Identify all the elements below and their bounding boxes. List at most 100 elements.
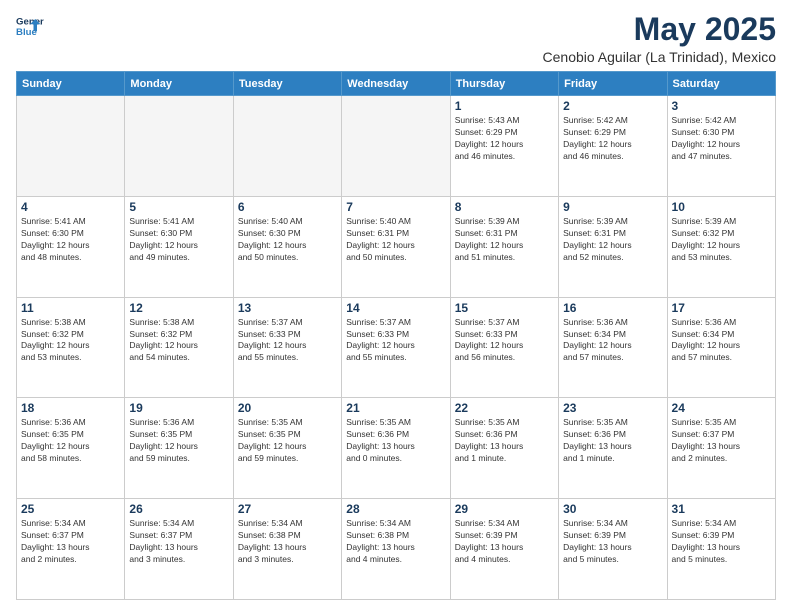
day-number: 26: [129, 502, 228, 516]
calendar-week-4: 18 Sunrise: 5:36 AM Sunset: 6:35 PM Dayli…: [17, 398, 776, 499]
col-tuesday: Tuesday: [233, 72, 341, 96]
day-info: Sunrise: 5:34 AM Sunset: 6:39 PM Dayligh…: [455, 518, 554, 566]
day-number: 16: [563, 301, 662, 315]
day-number: 4: [21, 200, 120, 214]
col-saturday: Saturday: [667, 72, 775, 96]
svg-text:General: General: [16, 16, 44, 27]
day-number: 12: [129, 301, 228, 315]
calendar-cell: 30 Sunrise: 5:34 AM Sunset: 6:39 PM Dayli…: [559, 499, 667, 600]
day-number: 24: [672, 401, 771, 415]
day-number: 23: [563, 401, 662, 415]
day-number: 15: [455, 301, 554, 315]
calendar-cell: 7Sunrise: 5:40 AM Sunset: 6:31 PM Daylig…: [342, 196, 450, 297]
day-info: Sunrise: 5:36 AM Sunset: 6:34 PM Dayligh…: [563, 317, 662, 365]
calendar-week-2: 4 Sunrise: 5:41 AM Sunset: 6:30 PM Daylig…: [17, 196, 776, 297]
day-info: Sunrise: 5:42 AM Sunset: 6:30 PM Dayligh…: [672, 115, 771, 163]
day-info: Sunrise: 5:35 AM Sunset: 6:36 PM Dayligh…: [455, 417, 554, 465]
calendar-cell: 19 Sunrise: 5:36 AM Sunset: 6:35 PM Dayli…: [125, 398, 233, 499]
day-number: 18: [21, 401, 120, 415]
calendar-cell: 24Sunrise: 5:35 AM Sunset: 6:37 PM Dayli…: [667, 398, 775, 499]
day-info: Sunrise: 5:34 AM Sunset: 6:38 PM Dayligh…: [346, 518, 445, 566]
day-info: Sunrise: 5:34 AM Sunset: 6:37 PM Dayligh…: [129, 518, 228, 566]
day-info: Sunrise: 5:36 AM Sunset: 6:35 PM Dayligh…: [129, 417, 228, 465]
day-info: Sunrise: 5:36 AM Sunset: 6:34 PM Dayligh…: [672, 317, 771, 365]
calendar-cell: 6Sunrise: 5:40 AM Sunset: 6:30 PM Daylig…: [233, 196, 341, 297]
calendar-header-row: Sunday Monday Tuesday Wednesday Thursday…: [17, 72, 776, 96]
calendar-cell: 16 Sunrise: 5:36 AM Sunset: 6:34 PM Dayli…: [559, 297, 667, 398]
calendar-cell: 10 Sunrise: 5:39 AM Sunset: 6:32 PM Dayli…: [667, 196, 775, 297]
calendar-cell: [125, 96, 233, 197]
day-number: 27: [238, 502, 337, 516]
calendar-cell: 26 Sunrise: 5:34 AM Sunset: 6:37 PM Dayli…: [125, 499, 233, 600]
col-wednesday: Wednesday: [342, 72, 450, 96]
day-info: Sunrise: 5:34 AM Sunset: 6:38 PM Dayligh…: [238, 518, 337, 566]
day-number: 19: [129, 401, 228, 415]
calendar-cell: 1 Sunrise: 5:43 AM Sunset: 6:29 PM Daylig…: [450, 96, 558, 197]
day-number: 3: [672, 99, 771, 113]
logo-icon: General Blue: [16, 12, 44, 40]
day-info: Sunrise: 5:39 AM Sunset: 6:32 PM Dayligh…: [672, 216, 771, 264]
day-number: 8: [455, 200, 554, 214]
calendar-cell: 12Sunrise: 5:38 AM Sunset: 6:32 PM Dayli…: [125, 297, 233, 398]
day-info: Sunrise: 5:34 AM Sunset: 6:39 PM Dayligh…: [563, 518, 662, 566]
day-info: Sunrise: 5:39 AM Sunset: 6:31 PM Dayligh…: [455, 216, 554, 264]
col-thursday: Thursday: [450, 72, 558, 96]
calendar-cell: 23Sunrise: 5:35 AM Sunset: 6:36 PM Dayli…: [559, 398, 667, 499]
day-number: 9: [563, 200, 662, 214]
calendar-week-5: 25 Sunrise: 5:34 AM Sunset: 6:37 PM Dayli…: [17, 499, 776, 600]
header: General Blue May 2025 Cenobio Aguilar (L…: [16, 12, 776, 65]
day-number: 2: [563, 99, 662, 113]
calendar-cell: 9 Sunrise: 5:39 AM Sunset: 6:31 PM Daylig…: [559, 196, 667, 297]
col-friday: Friday: [559, 72, 667, 96]
day-number: 25: [21, 502, 120, 516]
calendar-cell: 17Sunrise: 5:36 AM Sunset: 6:34 PM Dayli…: [667, 297, 775, 398]
day-info: Sunrise: 5:41 AM Sunset: 6:30 PM Dayligh…: [129, 216, 228, 264]
day-number: 5: [129, 200, 228, 214]
calendar-week-1: 1 Sunrise: 5:43 AM Sunset: 6:29 PM Daylig…: [17, 96, 776, 197]
day-number: 10: [672, 200, 771, 214]
day-info: Sunrise: 5:37 AM Sunset: 6:33 PM Dayligh…: [455, 317, 554, 365]
month-title: May 2025: [543, 12, 776, 47]
day-info: Sunrise: 5:43 AM Sunset: 6:29 PM Dayligh…: [455, 115, 554, 163]
day-info: Sunrise: 5:38 AM Sunset: 6:32 PM Dayligh…: [21, 317, 120, 365]
day-number: 30: [563, 502, 662, 516]
day-number: 13: [238, 301, 337, 315]
calendar-cell: 18 Sunrise: 5:36 AM Sunset: 6:35 PM Dayli…: [17, 398, 125, 499]
page: General Blue May 2025 Cenobio Aguilar (L…: [0, 0, 792, 612]
day-info: Sunrise: 5:36 AM Sunset: 6:35 PM Dayligh…: [21, 417, 120, 465]
calendar-cell: [342, 96, 450, 197]
calendar-cell: 2 Sunrise: 5:42 AM Sunset: 6:29 PM Daylig…: [559, 96, 667, 197]
day-number: 29: [455, 502, 554, 516]
calendar-cell: 25 Sunrise: 5:34 AM Sunset: 6:37 PM Dayli…: [17, 499, 125, 600]
calendar-table: Sunday Monday Tuesday Wednesday Thursday…: [16, 71, 776, 600]
calendar-cell: 28 Sunrise: 5:34 AM Sunset: 6:38 PM Dayli…: [342, 499, 450, 600]
col-monday: Monday: [125, 72, 233, 96]
calendar-cell: [233, 96, 341, 197]
calendar-cell: 29 Sunrise: 5:34 AM Sunset: 6:39 PM Dayli…: [450, 499, 558, 600]
calendar-cell: 31Sunrise: 5:34 AM Sunset: 6:39 PM Dayli…: [667, 499, 775, 600]
calendar-cell: 11 Sunrise: 5:38 AM Sunset: 6:32 PM Dayli…: [17, 297, 125, 398]
day-info: Sunrise: 5:39 AM Sunset: 6:31 PM Dayligh…: [563, 216, 662, 264]
calendar-body: 1 Sunrise: 5:43 AM Sunset: 6:29 PM Daylig…: [17, 96, 776, 600]
calendar-cell: [17, 96, 125, 197]
calendar-cell: 3 Sunrise: 5:42 AM Sunset: 6:30 PM Daylig…: [667, 96, 775, 197]
day-info: Sunrise: 5:41 AM Sunset: 6:30 PM Dayligh…: [21, 216, 120, 264]
day-info: Sunrise: 5:35 AM Sunset: 6:35 PM Dayligh…: [238, 417, 337, 465]
calendar-cell: 8 Sunrise: 5:39 AM Sunset: 6:31 PM Daylig…: [450, 196, 558, 297]
day-info: Sunrise: 5:37 AM Sunset: 6:33 PM Dayligh…: [238, 317, 337, 365]
calendar-cell: 22Sunrise: 5:35 AM Sunset: 6:36 PM Dayli…: [450, 398, 558, 499]
day-number: 1: [455, 99, 554, 113]
day-info: Sunrise: 5:42 AM Sunset: 6:29 PM Dayligh…: [563, 115, 662, 163]
title-block: May 2025 Cenobio Aguilar (La Trinidad), …: [543, 12, 776, 65]
day-number: 14: [346, 301, 445, 315]
day-number: 11: [21, 301, 120, 315]
day-number: 28: [346, 502, 445, 516]
calendar-cell: 15 Sunrise: 5:37 AM Sunset: 6:33 PM Dayli…: [450, 297, 558, 398]
calendar-week-3: 11 Sunrise: 5:38 AM Sunset: 6:32 PM Dayli…: [17, 297, 776, 398]
location-subtitle: Cenobio Aguilar (La Trinidad), Mexico: [543, 49, 776, 65]
day-info: Sunrise: 5:34 AM Sunset: 6:37 PM Dayligh…: [21, 518, 120, 566]
day-info: Sunrise: 5:40 AM Sunset: 6:31 PM Dayligh…: [346, 216, 445, 264]
logo: General Blue: [16, 12, 44, 40]
col-sunday: Sunday: [17, 72, 125, 96]
calendar-cell: 14Sunrise: 5:37 AM Sunset: 6:33 PM Dayli…: [342, 297, 450, 398]
